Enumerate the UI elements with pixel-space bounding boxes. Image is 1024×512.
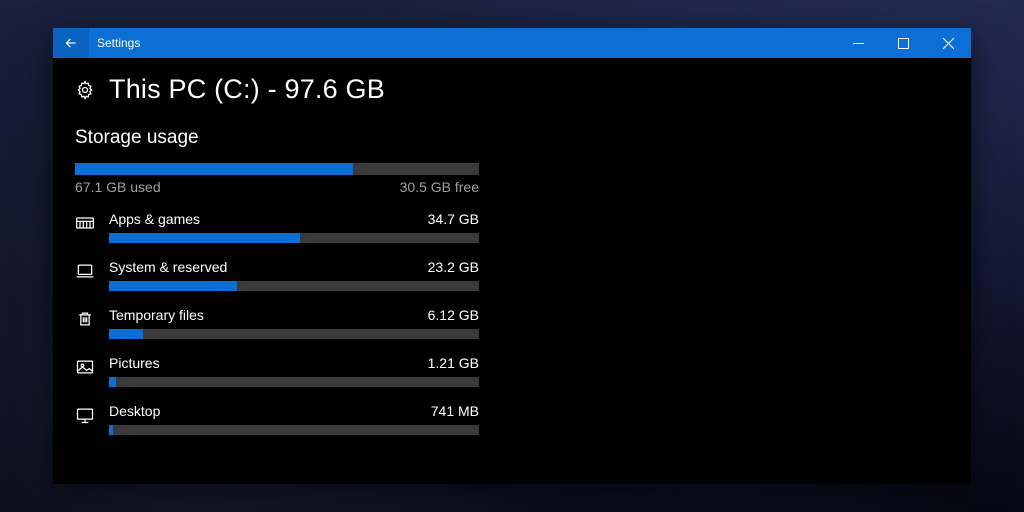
page-title: This PC (C:) - 97.6 GB	[109, 74, 385, 105]
category-fill	[109, 281, 237, 291]
category-size: 23.2 GB	[428, 259, 479, 275]
category-list: Apps & games 34.7 GB System & reserved 23.2…	[75, 211, 479, 435]
category-icon	[75, 309, 95, 329]
minimize-button[interactable]	[836, 28, 881, 58]
apps-icon	[75, 213, 95, 233]
minimize-icon	[853, 38, 864, 49]
category-name: System & reserved	[109, 259, 227, 275]
category-row[interactable]: Temporary files 6.12 GB	[75, 307, 479, 339]
close-icon	[943, 38, 954, 49]
settings-window: Settings	[53, 28, 971, 484]
category-row[interactable]: Apps & games 34.7 GB	[75, 211, 479, 243]
category-fill	[109, 233, 300, 243]
window-title: Settings	[89, 36, 140, 50]
maximize-button[interactable]	[881, 28, 926, 58]
category-icon	[75, 405, 95, 425]
trash-icon	[75, 309, 95, 329]
laptop-icon	[75, 261, 95, 281]
category-name: Desktop	[109, 403, 160, 419]
category-bar	[109, 281, 479, 291]
category-size: 34.7 GB	[428, 211, 479, 227]
gear-icon	[75, 80, 95, 100]
category-row[interactable]: System & reserved 23.2 GB	[75, 259, 479, 291]
page-header: This PC (C:) - 97.6 GB	[75, 74, 949, 105]
category-bar	[109, 329, 479, 339]
overall-usage-fill	[75, 163, 353, 175]
category-row[interactable]: Desktop 741 MB	[75, 403, 479, 435]
picture-icon	[75, 357, 95, 377]
free-label: 30.5 GB free	[400, 179, 479, 195]
used-label: 67.1 GB used	[75, 179, 161, 195]
desktop-icon	[75, 405, 95, 425]
category-icon	[75, 213, 95, 233]
category-bar	[109, 377, 479, 387]
category-size: 1.21 GB	[428, 355, 479, 371]
category-row[interactable]: Pictures 1.21 GB	[75, 355, 479, 387]
maximize-icon	[898, 38, 909, 49]
content-area: This PC (C:) - 97.6 GB Storage usage 67.…	[53, 58, 971, 484]
desktop-wallpaper: Settings	[0, 0, 1024, 512]
category-fill	[109, 425, 113, 435]
window-controls	[836, 28, 971, 58]
category-bar	[109, 233, 479, 243]
category-icon	[75, 261, 95, 281]
category-name: Temporary files	[109, 307, 204, 323]
overall-usage-bar	[75, 163, 479, 175]
back-button[interactable]	[53, 28, 89, 58]
arrow-left-icon	[64, 36, 78, 50]
category-fill	[109, 329, 143, 339]
section-title: Storage usage	[75, 127, 949, 149]
category-size: 6.12 GB	[428, 307, 479, 323]
close-button[interactable]	[926, 28, 971, 58]
titlebar: Settings	[53, 28, 971, 58]
category-fill	[109, 377, 116, 387]
overall-usage: 67.1 GB used 30.5 GB free	[75, 163, 479, 195]
category-size: 741 MB	[431, 403, 479, 419]
category-name: Pictures	[109, 355, 160, 371]
category-name: Apps & games	[109, 211, 200, 227]
category-icon	[75, 357, 95, 377]
category-bar	[109, 425, 479, 435]
